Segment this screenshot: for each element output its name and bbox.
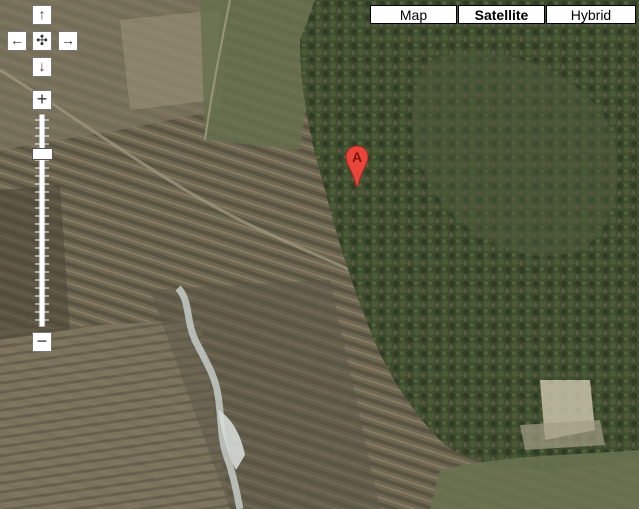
arrow-down-icon: ↓	[38, 58, 46, 74]
zoom-in-button[interactable]: +	[32, 90, 52, 110]
arrow-right-icon: →	[61, 32, 75, 48]
location-marker-a[interactable]: A	[345, 145, 369, 187]
marker-label: A	[351, 149, 363, 165]
pan-center-icon: ✣	[36, 32, 48, 48]
pan-up-button[interactable]: ↑	[32, 5, 52, 25]
map-type-map-button[interactable]: Map	[370, 5, 457, 24]
zoom-slider-track[interactable]	[34, 114, 50, 327]
zoom-out-button[interactable]: −	[32, 332, 52, 352]
map-type-hybrid-button[interactable]: Hybrid	[546, 5, 636, 24]
arrow-left-icon: ←	[10, 32, 24, 48]
map-type-switcher: Map Satellite Hybrid	[370, 5, 636, 24]
zoom-slider-handle[interactable]	[32, 148, 53, 161]
pan-down-button[interactable]: ↓	[32, 57, 52, 77]
map-type-satellite-button[interactable]: Satellite	[458, 5, 545, 24]
pan-left-button[interactable]: ←	[7, 31, 27, 51]
arrow-up-icon: ↑	[38, 6, 46, 22]
pan-center-button[interactable]: ✣	[32, 31, 52, 51]
satellite-map[interactable]	[0, 0, 639, 509]
satellite-imagery	[0, 0, 639, 509]
pan-right-button[interactable]: →	[58, 31, 78, 51]
